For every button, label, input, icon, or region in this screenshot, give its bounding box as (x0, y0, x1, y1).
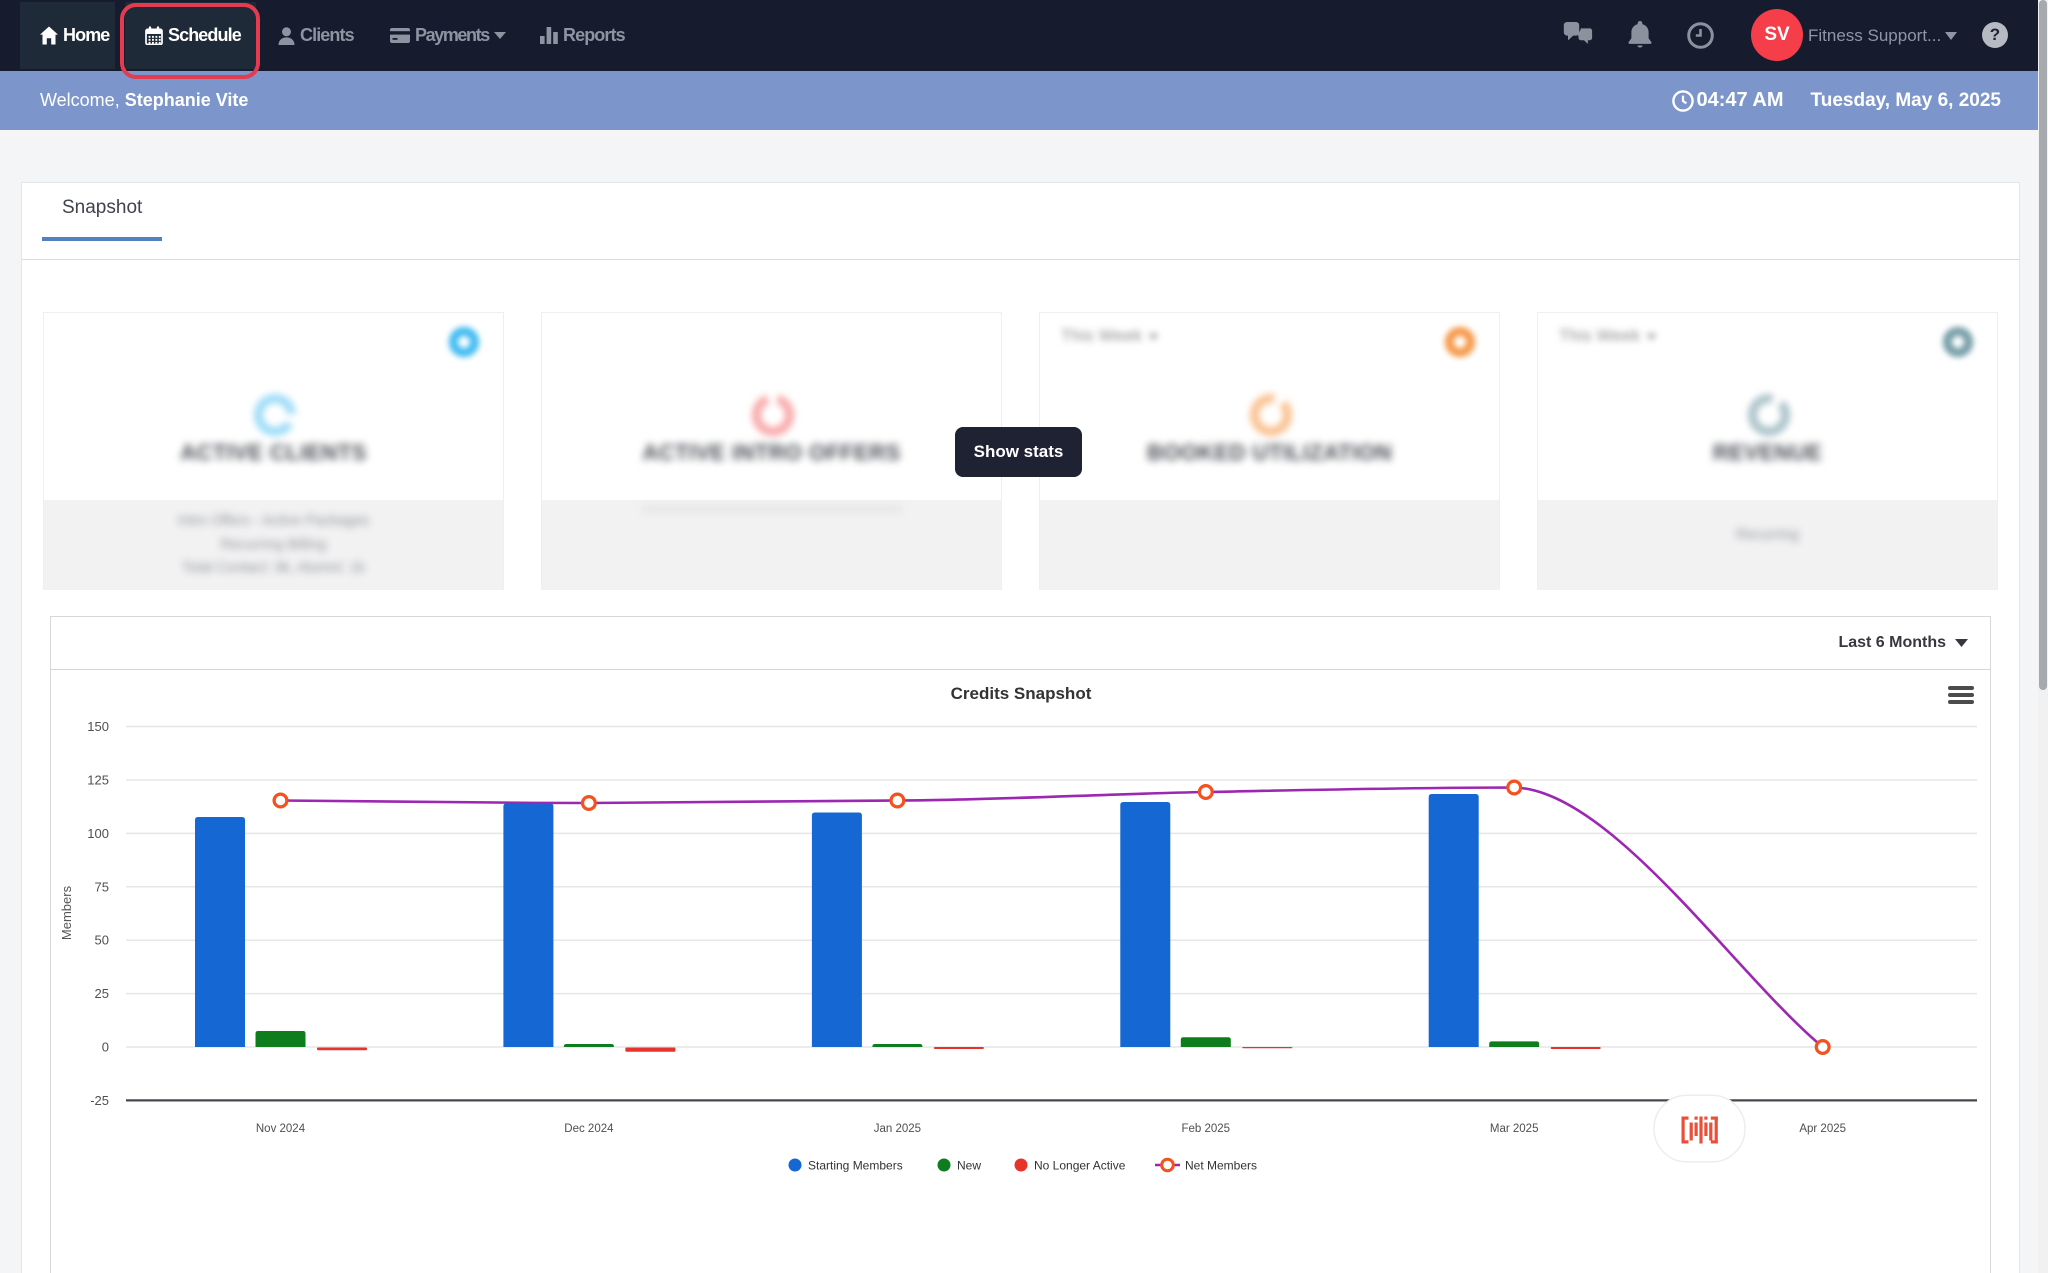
svg-text:100: 100 (87, 826, 109, 841)
svg-text:75: 75 (95, 879, 109, 894)
svg-text:125: 125 (87, 773, 109, 788)
svg-text:Net Members: Net Members (1185, 1159, 1257, 1173)
svg-text:25: 25 (95, 986, 109, 1001)
svg-text:New: New (957, 1159, 981, 1173)
svg-text:Credits Snapshot: Credits Snapshot (951, 684, 1092, 703)
svg-text:0: 0 (102, 1040, 109, 1055)
svg-text:Jan 2025: Jan 2025 (874, 1123, 921, 1135)
svg-text:Feb 2025: Feb 2025 (1181, 1123, 1230, 1135)
svg-text:Apr 2025: Apr 2025 (1799, 1123, 1846, 1135)
svg-text:Mar 2025: Mar 2025 (1490, 1123, 1539, 1135)
svg-text:No Longer Active: No Longer Active (1034, 1159, 1126, 1173)
svg-text:Members: Members (59, 885, 74, 940)
svg-text:-25: -25 (90, 1093, 109, 1108)
svg-text:Dec 2024: Dec 2024 (564, 1123, 614, 1135)
svg-text:150: 150 (87, 719, 109, 734)
svg-text:50: 50 (95, 933, 109, 948)
svg-text:Starting Members: Starting Members (808, 1159, 903, 1173)
svg-text:Nov 2024: Nov 2024 (256, 1123, 306, 1135)
